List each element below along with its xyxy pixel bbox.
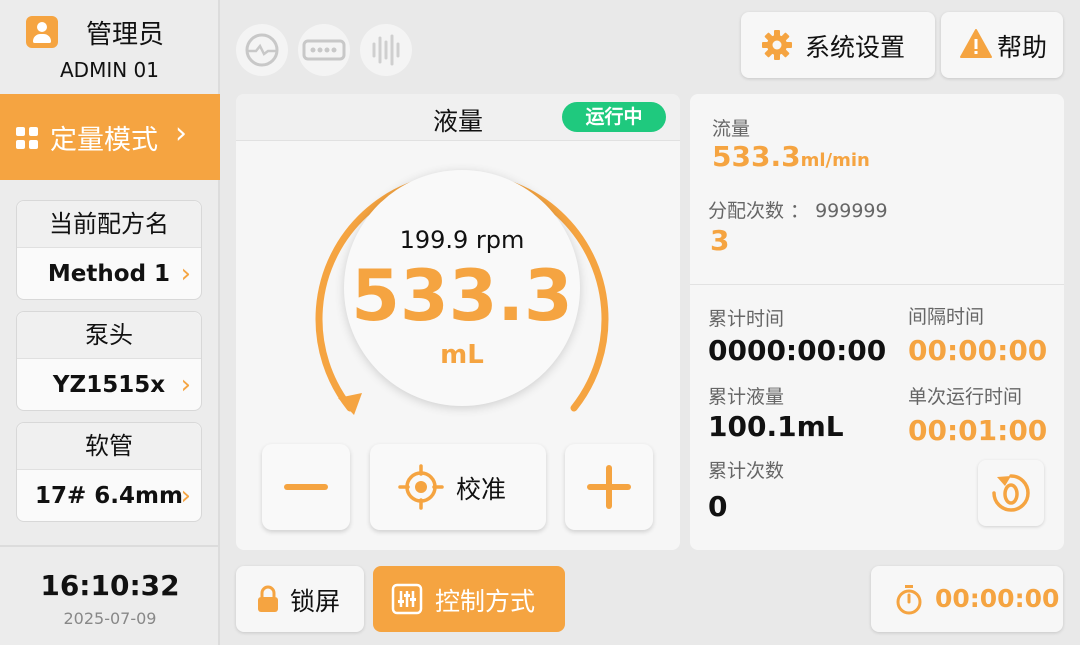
user-icon (26, 16, 58, 48)
interval-time-value: 00:00:00 (908, 334, 1048, 367)
timer-button[interactable]: 00:00:00 (871, 566, 1063, 632)
volume-unit: mL (440, 340, 484, 370)
recipe-card[interactable]: 当前配方名 Method 1 › (16, 200, 202, 300)
mode-label: 定量模式 (50, 125, 158, 156)
reset-counter-button[interactable] (978, 460, 1044, 526)
flow-label: 流量 (712, 118, 751, 140)
total-time-value: 0000:00:00 (708, 334, 887, 367)
gear-icon (762, 30, 792, 60)
control-mode-button[interactable]: 控制方式 (373, 566, 565, 632)
user-id: ADMIN 01 (60, 58, 160, 82)
timer-value: 00:00:00 (935, 584, 1060, 613)
recipe-value: Method 1 (47, 261, 171, 287)
system-settings-button[interactable]: 系统设置 (741, 12, 935, 78)
total-count-value: 0 (708, 490, 728, 523)
single-run-time-label: 单次运行时间 (908, 386, 1023, 408)
warning-icon (960, 29, 992, 58)
decrease-button[interactable] (262, 444, 350, 530)
pressure-gauge-icon[interactable] (236, 24, 288, 76)
interval-time-label: 间隔时间 (908, 306, 985, 328)
minus-icon (284, 484, 328, 490)
divider (690, 284, 1064, 285)
dispense-count-label: 分配次数 ： 999999 (708, 200, 888, 222)
help-label: 帮助 (997, 33, 1048, 62)
sidebar: 管理员 ADMIN 01 定量模式 › 当前配方名 Method 1 › 泵头 … (0, 0, 220, 645)
chevron-right-icon: › (180, 481, 191, 511)
chevron-right-icon: › (175, 116, 187, 151)
reset-icon (992, 474, 1030, 512)
sliders-icon (391, 583, 423, 615)
rpm-value: 199.9 rpm (399, 226, 525, 254)
dispense-count-value: 3 (710, 224, 730, 257)
flow-value: 533.3 (712, 140, 801, 173)
mode-button[interactable]: 定量模式 › (0, 94, 220, 180)
volume-value: 533.3 (351, 255, 573, 337)
grid-icon (16, 127, 38, 149)
volume-header: 液量 运行中 (236, 94, 680, 141)
tubing-card[interactable]: 软管 17# 6.4mm › (16, 422, 202, 522)
flow-readout: 533.3ml/min (712, 140, 870, 173)
calibrate-button[interactable]: 校准 (370, 444, 546, 530)
clock-time: 16:10:32 (40, 569, 180, 602)
info-panel: 流量 533.3ml/min 分配次数 ： 999999 3 累计时间 0000… (690, 94, 1064, 550)
control-mode-label: 控制方式 (435, 587, 536, 616)
flow-unit: ml/min (800, 150, 870, 171)
lock-screen-label: 锁屏 (290, 587, 341, 616)
pump-head-value: YZ1515x (52, 372, 166, 398)
single-run-time-value: 00:01:00 (908, 414, 1048, 447)
volume-dial: 199.9 rpm 533.3 mL (344, 170, 580, 406)
recipe-title: 当前配方名 (17, 201, 201, 248)
lock-icon (258, 585, 278, 612)
tubing-value: 17# 6.4mm (35, 483, 183, 509)
increase-button[interactable] (565, 444, 653, 530)
total-time-label: 累计时间 (708, 308, 785, 330)
volume-panel: 液量 运行中 199.9 rpm 533.3 mL 校准 (236, 94, 680, 550)
chevron-right-icon: › (180, 370, 191, 400)
help-button[interactable]: 帮助 (941, 12, 1063, 78)
total-volume-value: 100.1mL (708, 410, 844, 443)
signal-wave-icon[interactable] (360, 24, 412, 76)
status-badge: 运行中 (562, 102, 666, 132)
target-icon (398, 464, 444, 510)
total-volume-label: 累计液量 (708, 386, 785, 408)
clock-panel: 16:10:32 2025-07-09 (0, 545, 220, 645)
pump-head-card[interactable]: 泵头 YZ1515x › (16, 311, 202, 411)
total-count-label: 累计次数 (708, 460, 785, 482)
calibrate-label: 校准 (456, 475, 507, 504)
plus-icon-vertical (606, 465, 612, 509)
pump-head-title: 泵头 (17, 312, 201, 359)
chevron-right-icon: › (180, 259, 191, 289)
tubing-title: 软管 (17, 423, 201, 470)
system-settings-label: 系统设置 (805, 33, 906, 62)
user-role: 管理员 (86, 20, 165, 50)
clock-date: 2025-07-09 (63, 609, 157, 628)
device-link-icon[interactable] (298, 24, 350, 76)
lock-screen-button[interactable]: 锁屏 (236, 566, 364, 632)
stopwatch-icon (896, 585, 922, 615)
